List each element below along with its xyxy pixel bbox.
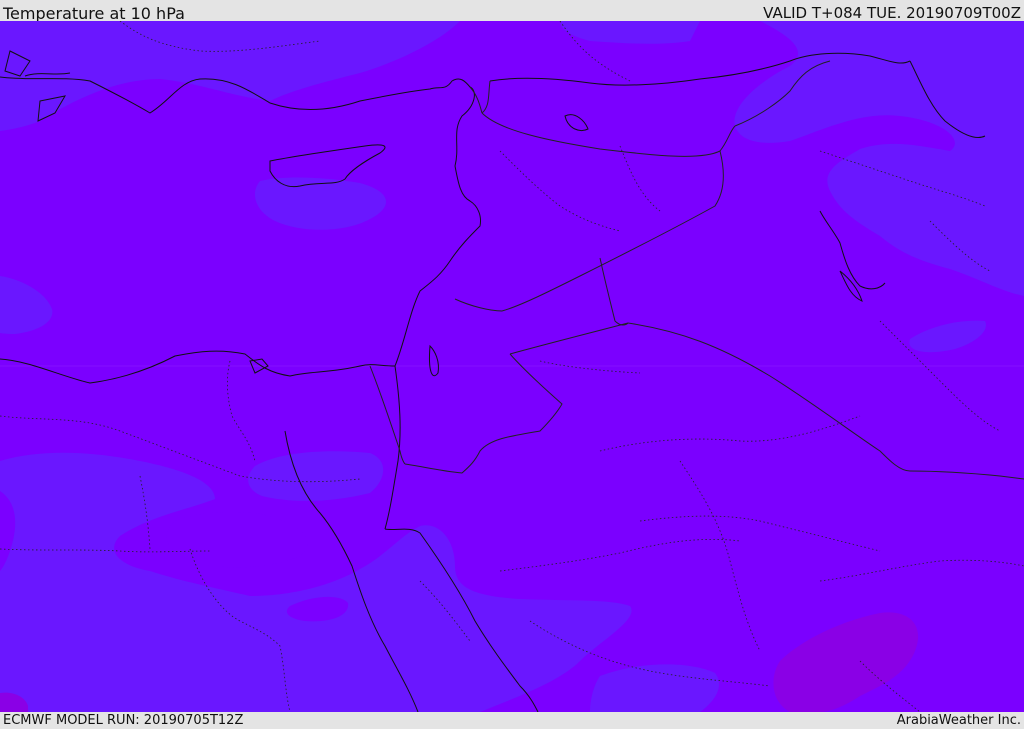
temperature-map[interactable] bbox=[0, 21, 1024, 712]
map-panel[interactable] bbox=[0, 21, 1024, 712]
header-bar: Temperature at 10 hPa VALID T+084 TUE. 2… bbox=[0, 0, 1024, 23]
footer-bar: ECMWF MODEL RUN: 20190705T12Z ArabiaWeat… bbox=[0, 712, 1024, 729]
credit-label: ArabiaWeather Inc. bbox=[896, 713, 1021, 728]
model-run-label: ECMWF MODEL RUN: 20190705T12Z bbox=[3, 713, 244, 728]
